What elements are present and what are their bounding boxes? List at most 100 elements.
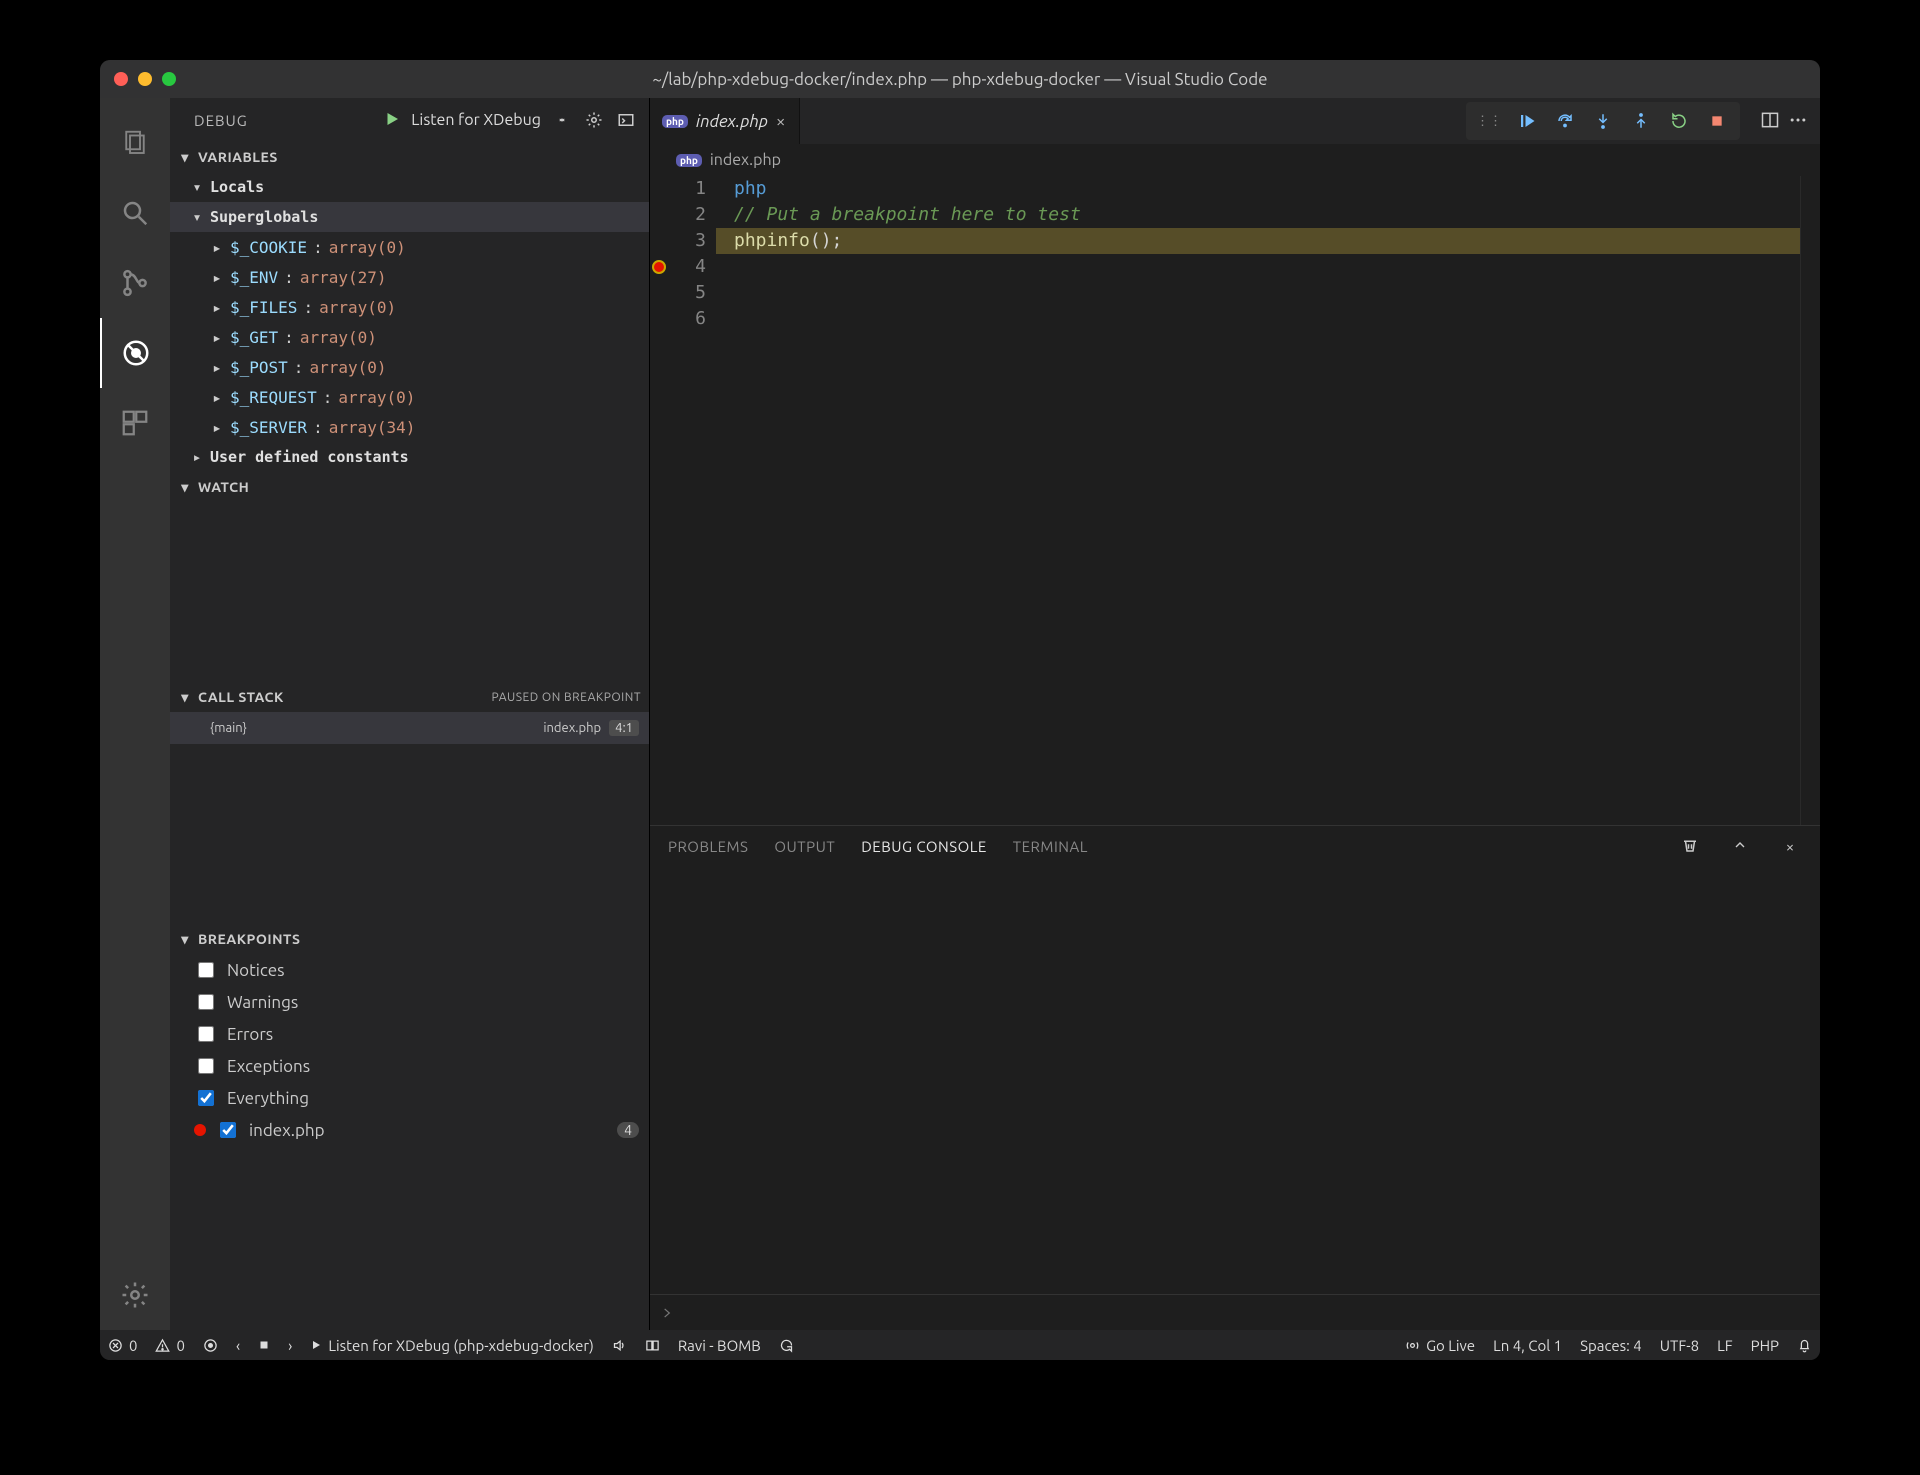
breakpoint-category-row[interactable]: Notices [170,954,649,986]
status-sync-icon[interactable] [779,1338,794,1353]
debug-stop-button[interactable] [1700,106,1734,136]
breakpoint-checkbox[interactable] [220,1122,236,1138]
variable-row[interactable]: ▸$_FILES: array(0) [170,292,649,322]
line-number: 4 [672,254,706,280]
panel-clear-icon[interactable] [1678,836,1702,857]
breakpoint-checkbox[interactable] [198,1026,214,1042]
variables-scope[interactable]: ▸User defined constants [170,442,649,472]
breakpoint-category-row[interactable]: Warnings [170,986,649,1018]
status-encoding[interactable]: UTF-8 [1660,1337,1699,1354]
status-debug-target[interactable] [203,1338,218,1353]
minimap[interactable] [1800,176,1820,825]
activity-search[interactable] [100,178,170,248]
breakpoints-header[interactable]: ▾ BREAKPOINTS [170,924,649,954]
code-editor[interactable]: 123456 php// Put a breakpoint here to te… [650,176,1820,825]
variable-row[interactable]: ▸$_ENV: array(27) [170,262,649,292]
breakpoint-checkbox[interactable] [198,1090,214,1106]
callstack-header[interactable]: ▾ CALL STACK PAUSED ON BREAKPOINT [170,682,649,712]
window-minimize-button[interactable] [138,72,152,86]
variables-scope[interactable]: ▾Superglobals [170,202,649,232]
status-bar: 0 0 ‹ › Listen for XDebug (php-xdebug-do… [100,1330,1820,1360]
breakpoint-glyph-icon[interactable] [652,260,666,274]
debug-continue-button[interactable] [1510,106,1544,136]
more-actions-icon[interactable] [1788,110,1808,133]
debug-start-button[interactable] [383,110,401,131]
panel-close-icon[interactable]: × [1778,838,1802,855]
debug-toolbar-grip-icon[interactable]: ⋮⋮ [1472,106,1506,136]
split-editor-icon[interactable] [1760,110,1780,133]
debug-config-dropdown-icon[interactable] [551,113,573,127]
debug-config-name[interactable]: Listen for XDebug [411,111,541,129]
callstack-frame[interactable]: {main}index.php4:1 [170,712,649,744]
window-maximize-button[interactable] [162,72,176,86]
chevron-down-icon: ▾ [178,149,192,166]
activity-scm[interactable] [100,248,170,318]
panel-tab[interactable]: OUTPUT [774,838,835,855]
editor-tab-label: index.php [696,112,768,131]
status-spaces[interactable]: Spaces: 4 [1580,1337,1642,1354]
activity-explorer[interactable] [100,108,170,178]
editor-tab-indexphp[interactable]: php index.php × [650,98,800,144]
breadcrumb-bar[interactable]: php index.php [650,144,1820,176]
code-line[interactable]: phpinfo(); [716,228,1800,254]
panel-collapse-icon[interactable] [1728,837,1752,856]
debug-console-toggle-icon[interactable] [615,111,637,129]
line-number: 3 [672,228,706,254]
breakpoint-category-row[interactable]: Exceptions [170,1050,649,1082]
chevron-down-icon: ▾ [178,479,192,496]
line-number: 1 [672,176,706,202]
tab-close-icon[interactable]: × [776,112,786,131]
status-reader-icon[interactable] [645,1338,660,1353]
watch-section: ▾ WATCH [170,472,649,682]
window-close-button[interactable] [114,72,128,86]
variables-tree: ▾Locals▾Superglobals▸$_COOKIE: array(0)▸… [170,172,649,472]
php-badge-icon: php [662,115,688,128]
breakpoint-file-row[interactable]: index.php4 [170,1114,649,1146]
panel-tab[interactable]: PROBLEMS [668,838,748,855]
breakpoint-category-row[interactable]: Errors [170,1018,649,1050]
breakpoint-checkbox[interactable] [198,1058,214,1074]
status-next-icon[interactable]: › [288,1337,292,1354]
breakpoint-checkbox[interactable] [198,962,214,978]
code-line[interactable]: php [716,176,1800,202]
debug-header: DEBUG Listen for XDebug [170,98,649,142]
activity-debug[interactable] [100,318,170,388]
variable-row[interactable]: ▸$_SERVER: array(34) [170,412,649,442]
status-launch-config[interactable]: Listen for XDebug (php-xdebug-docker) [310,1337,593,1354]
status-now-playing[interactable]: Ravi - BOMB [678,1337,761,1354]
activity-settings[interactable] [100,1260,170,1330]
status-stop-mini-icon[interactable] [258,1339,270,1351]
variables-scope[interactable]: ▾Locals [170,172,649,202]
panel-tab[interactable]: TERMINAL [1013,838,1088,855]
breakpoint-checkbox[interactable] [198,994,214,1010]
status-prev-icon[interactable]: ‹ [236,1337,240,1354]
debug-console-body [650,866,1820,1294]
code-line[interactable]: // Put a breakpoint here to test [716,202,1800,228]
debug-step-out-button[interactable] [1624,106,1658,136]
panel-tab[interactable]: DEBUG CONSOLE [861,838,987,855]
status-cursor[interactable]: Ln 4, Col 1 [1493,1337,1562,1354]
debug-restart-button[interactable] [1662,106,1696,136]
debug-step-over-button[interactable] [1548,106,1582,136]
status-errors[interactable]: 0 [108,1337,137,1354]
debug-toolbar: ⋮⋮ [1466,102,1740,140]
status-warnings[interactable]: 0 [155,1337,184,1354]
status-mute-icon[interactable] [612,1338,627,1353]
variable-row[interactable]: ▸$_GET: array(0) [170,322,649,352]
status-go-live[interactable]: Go Live [1405,1337,1475,1354]
watch-header[interactable]: ▾ WATCH [170,472,649,502]
variable-row[interactable]: ▸$_REQUEST: array(0) [170,382,649,412]
debug-console-input[interactable] [650,1294,1820,1330]
variable-row[interactable]: ▸$_POST: array(0) [170,352,649,382]
breakpoints-list: NoticesWarningsErrorsExceptionsEverythin… [170,954,649,1146]
status-lang[interactable]: PHP [1751,1337,1779,1354]
variables-header[interactable]: ▾ VARIABLES [170,142,649,172]
debug-step-into-button[interactable] [1586,106,1620,136]
status-bell-icon[interactable] [1797,1338,1812,1353]
variable-row[interactable]: ▸$_COOKIE: array(0) [170,232,649,262]
status-eol[interactable]: LF [1717,1337,1733,1354]
breakpoint-category-row[interactable]: Everything [170,1082,649,1114]
debug-settings-icon[interactable] [583,111,605,129]
activity-extensions[interactable] [100,388,170,458]
editor-tabbar: php index.php × ⋮⋮ [650,98,1820,144]
